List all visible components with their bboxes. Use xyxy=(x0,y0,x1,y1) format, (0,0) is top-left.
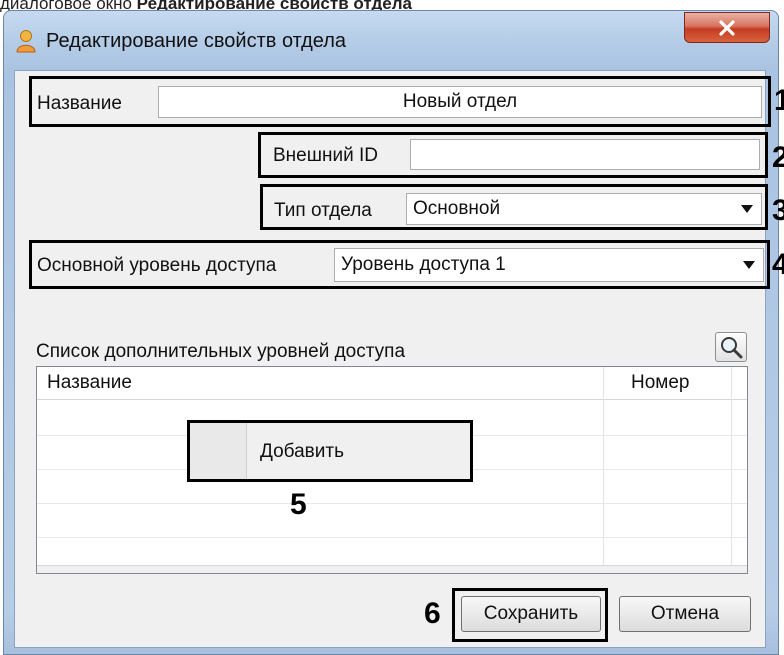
title-bar: Редактирование свойств отдела xyxy=(4,11,778,69)
callout-4: 4 xyxy=(772,248,784,281)
close-button[interactable] xyxy=(684,12,770,43)
extra-levels-label: Список дополнительных уровней доступа xyxy=(36,341,406,362)
callout-2: 2 xyxy=(772,141,784,174)
magnifier-icon xyxy=(721,337,743,359)
window-title: Редактирование свойств отдела xyxy=(46,30,347,52)
table-row-divider xyxy=(37,503,747,504)
highlight-box-6 xyxy=(452,588,608,642)
highlight-box-2 xyxy=(258,132,768,178)
cancel-button[interactable]: Отмена xyxy=(619,596,751,632)
column-divider xyxy=(603,367,604,573)
column-header-number[interactable]: Номер xyxy=(621,367,731,399)
search-button[interactable] xyxy=(715,332,747,362)
add-menu-label: Добавить xyxy=(260,441,344,462)
table-header: Название Номер xyxy=(37,367,747,400)
callout-5: 5 xyxy=(290,488,307,521)
menu-icon-gutter xyxy=(190,423,247,479)
table-scroll-area xyxy=(37,565,747,573)
table-row-divider xyxy=(37,537,747,538)
close-icon xyxy=(719,19,735,36)
context-menu-add[interactable]: Добавить xyxy=(187,420,473,482)
highlight-box-3 xyxy=(260,184,768,230)
highlight-box-4 xyxy=(29,240,770,289)
callout-6: 6 xyxy=(424,597,441,630)
user-icon xyxy=(16,30,36,53)
column-divider xyxy=(731,367,732,573)
column-header-name[interactable]: Название xyxy=(37,367,603,399)
callout-1: 1 xyxy=(774,84,784,117)
callout-3: 3 xyxy=(772,194,784,227)
highlight-box-1 xyxy=(29,76,771,127)
